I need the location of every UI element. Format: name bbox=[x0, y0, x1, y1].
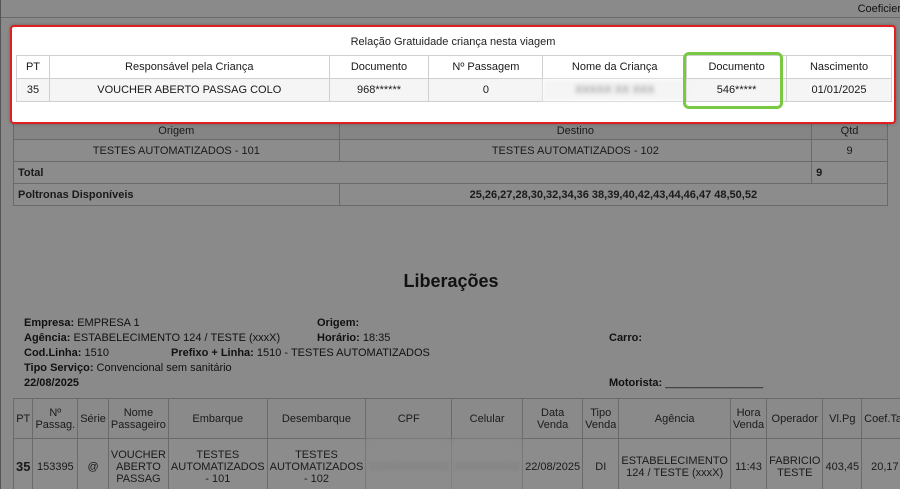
g-col-nascimento: Nascimento bbox=[786, 55, 892, 79]
g-col-documento: Documento bbox=[328, 55, 430, 79]
g-cell-passagem: 0 bbox=[428, 78, 544, 102]
destino-header: Destino bbox=[338, 121, 813, 140]
tiposervico-info: Tipo Serviço: Convencional sem sanitário bbox=[24, 362, 232, 374]
qtd-cell: 9 bbox=[811, 139, 888, 162]
prefixo-info: Prefixo + Linha: 1510 - TESTES AUTOMATIZ… bbox=[171, 347, 430, 359]
cell-npassag: 153395 bbox=[32, 438, 79, 489]
cell-celular: XXXXXXXXX bbox=[451, 438, 524, 489]
prefixo-label: Prefixo + Linha: bbox=[171, 347, 254, 359]
col-pt: PT bbox=[12, 398, 34, 439]
agencia-value: ESTABELECIMENTO 124 / TESTE (xxxX) bbox=[73, 332, 281, 344]
col-npassag: Nº Passag. bbox=[32, 398, 79, 439]
g-cell-responsavel: VOUCHER ABERTO PASSAG COLO bbox=[48, 78, 330, 102]
destino-cell: TESTES AUTOMATIZADOS - 102 bbox=[338, 139, 813, 162]
col-vlpg: Vl.Pg bbox=[822, 398, 863, 439]
cell-horavenda: 11:43 bbox=[729, 438, 768, 489]
cell-agencia: ESTABELECIMENTO 124 / TESTE (xxxX) bbox=[618, 438, 731, 489]
table-row: 35 153395 @ VOUCHER ABERTO PASSAG TESTES… bbox=[12, 438, 900, 489]
tiposervico-value: Convencional sem sanitário bbox=[96, 362, 232, 374]
gratuidade-title: Relação Gratuidade criança nesta viagem bbox=[350, 36, 556, 48]
motorista-label: Motorista: bbox=[609, 377, 663, 389]
codlinha-value: 1510 bbox=[84, 347, 109, 359]
g-cell-pt: 35 bbox=[16, 78, 50, 102]
g-cell-nome-crianca: XXXXX XX XXX bbox=[542, 78, 688, 102]
top-strip: Coeficier bbox=[1, 0, 900, 18]
origem-cell: TESTES AUTOMATIZADOS - 101 bbox=[13, 139, 340, 162]
col-coef: Coef.Tar bbox=[861, 398, 900, 439]
codlinha-label: Cod.Linha: bbox=[24, 347, 82, 359]
empresa-label: Empresa: bbox=[24, 317, 75, 329]
g-col-pt: PT bbox=[16, 55, 50, 79]
carro-label: Carro: bbox=[609, 332, 643, 344]
motorista-line: ________________ bbox=[665, 377, 764, 389]
carro-info: Carro: bbox=[609, 332, 642, 344]
origem-header: Origem bbox=[13, 121, 340, 140]
horario-info: Horário: 18:35 bbox=[317, 332, 390, 344]
col-celular: Celular bbox=[451, 398, 524, 439]
origem-info: Origem: bbox=[317, 317, 359, 329]
cell-desembarque: TESTES AUTOMATIZADOS - 102 bbox=[266, 438, 367, 489]
col-desembarque: Desembarque bbox=[266, 398, 367, 439]
col-serie: Série bbox=[77, 398, 109, 439]
cell-embarque: TESTES AUTOMATIZADOS - 101 bbox=[167, 438, 268, 489]
cell-vlpg: 403,45 bbox=[822, 438, 863, 489]
col-tipovenda: Tipo Venda bbox=[582, 398, 620, 439]
col-agencia: Agência bbox=[618, 398, 731, 439]
coeficiente-header: Coeficier bbox=[857, 3, 900, 15]
poltronas-label: Poltronas Disponíveis bbox=[13, 183, 340, 206]
agencia-info: Agência: ESTABELECIMENTO 124 / TESTE (xx… bbox=[24, 332, 280, 344]
data-value: 22/08/2025 bbox=[24, 377, 80, 389]
cell-nome: VOUCHER ABERTO PASSAG bbox=[107, 438, 169, 489]
cell-tipovenda: DI bbox=[582, 438, 620, 489]
g-col-passagem: Nº Passagem bbox=[428, 55, 544, 79]
col-datavenda: Data Venda bbox=[522, 398, 584, 439]
cell-pt: 35 bbox=[12, 438, 34, 489]
cell-serie: @ bbox=[77, 438, 109, 489]
passengers-table: PT Nº Passag. Série Nome Passageiro Emba… bbox=[12, 398, 900, 489]
g-col-responsavel: Responsável pela Criança bbox=[48, 55, 330, 79]
col-horavenda: Hora Venda bbox=[729, 398, 768, 439]
qtd-header: Qtd bbox=[811, 121, 888, 140]
data-info: 22/08/2025 bbox=[24, 377, 79, 389]
agencia-label: Agência: bbox=[24, 332, 71, 344]
cell-coef: 20,17 bbox=[861, 438, 900, 489]
col-operador: Operador bbox=[766, 398, 824, 439]
g-col-nome-crianca: Nome da Criança bbox=[542, 55, 688, 79]
empresa-info: Empresa: EMPRESA 1 bbox=[24, 317, 140, 329]
origem-destino-table: Origem Destino Qtd TESTES AUTOMATIZADOS … bbox=[12, 121, 889, 206]
liberacoes-title: Liberações bbox=[403, 271, 499, 291]
horario-label: Horário: bbox=[317, 332, 360, 344]
prefixo-value: 1510 - TESTES AUTOMATIZADOS bbox=[256, 347, 430, 359]
cell-cpf: XXXXXXXXXXX bbox=[365, 438, 453, 489]
codlinha-info: Cod.Linha: 1510 bbox=[24, 347, 109, 359]
cell-datavenda: 22/08/2025 bbox=[522, 438, 584, 489]
empresa-value: EMPRESA 1 bbox=[77, 317, 140, 329]
tiposervico-label: Tipo Serviço: bbox=[24, 362, 94, 374]
poltronas-value: 25,26,27,28,30,32,34,36 38,39,40,42,43,4… bbox=[338, 183, 889, 206]
col-cpf: CPF bbox=[365, 398, 453, 439]
report-page: Coeficier Origem Destino Qtd TESTES AUTO… bbox=[0, 0, 900, 489]
col-nome: Nome Passageiro bbox=[107, 398, 169, 439]
g-cell-nascimento: 01/01/2025 bbox=[786, 78, 892, 102]
motorista-info: Motorista: ________________ bbox=[609, 377, 763, 389]
origem-info-label: Origem: bbox=[317, 317, 360, 329]
total-label: Total bbox=[12, 161, 813, 184]
col-embarque: Embarque bbox=[167, 398, 268, 439]
highlight-box bbox=[683, 52, 783, 109]
total-value: 9 bbox=[811, 161, 888, 184]
g-cell-documento: 968****** bbox=[328, 78, 430, 102]
horario-value: 18:35 bbox=[362, 332, 391, 344]
cell-operador: FABRICIO TESTE bbox=[766, 438, 824, 489]
